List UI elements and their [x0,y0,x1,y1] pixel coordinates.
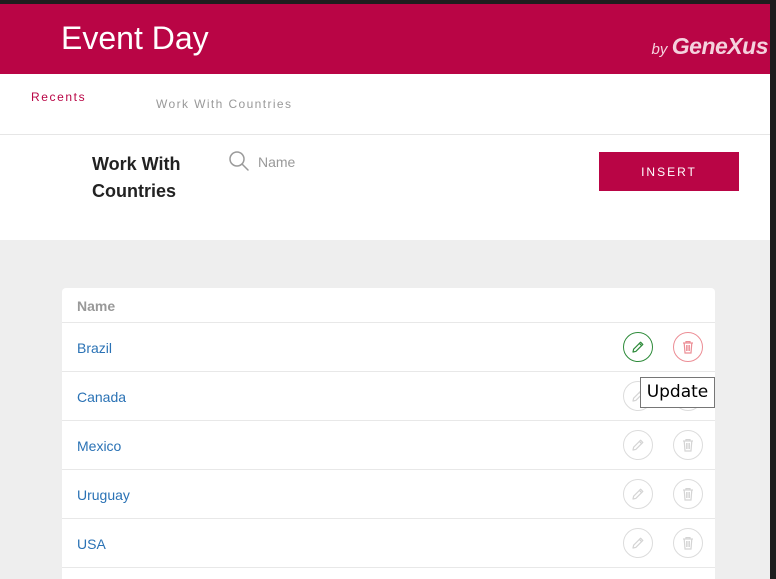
update-tooltip: Update [640,377,715,408]
country-link[interactable]: Uruguay [77,487,130,503]
grid-header: Name [62,288,715,323]
genexus-logo: by GeneXus [651,33,768,60]
trash-icon [683,341,693,354]
delete-button[interactable] [673,430,703,460]
country-link[interactable]: Mexico [77,438,121,454]
country-link[interactable]: USA [77,536,106,552]
pencil-icon [632,488,644,500]
delete-button[interactable] [673,479,703,509]
delete-button[interactable] [673,332,703,362]
brand-name: GeneXus [671,33,769,59]
edit-button[interactable] [623,430,653,460]
country-link[interactable]: Canada [77,389,126,405]
search-box [228,150,488,174]
edit-button[interactable] [623,528,653,558]
pencil-icon [632,537,644,549]
trash-icon [683,488,693,501]
table-row: Canada [62,372,715,421]
countries-grid: Name Brazil Canada Mexico Uruguay USA [62,288,715,579]
table-row: USA [62,519,715,568]
edit-button[interactable] [623,479,653,509]
search-icon [229,151,249,171]
breadcrumb-current: Work With Countries [156,97,293,111]
content-area: Name Brazil Canada Mexico Uruguay USA [0,240,770,579]
column-header-name: Name [77,298,116,314]
table-row: Brazil [62,323,715,372]
search-input[interactable] [256,151,480,173]
trash-icon [683,537,693,550]
window-border-right [770,0,776,579]
page-title: Work With Countries [92,154,181,201]
app-header: Event Day by GeneXus [0,4,770,74]
delete-button[interactable] [673,528,703,558]
brand-by: by [651,41,668,58]
page-toolbar: Work With Countries INSERT [0,135,770,240]
breadcrumb-recents-link[interactable]: Recents [31,90,86,104]
app-title: Event Day [61,20,209,56]
country-link[interactable]: Brazil [77,340,112,356]
insert-button[interactable]: INSERT [599,152,739,191]
table-row: Uruguay [62,470,715,519]
pencil-icon [632,341,644,353]
breadcrumb: Recents Work With Countries [0,74,770,135]
pencil-icon [632,439,644,451]
table-row: Mexico [62,421,715,470]
edit-button[interactable] [623,332,653,362]
trash-icon [683,439,693,452]
